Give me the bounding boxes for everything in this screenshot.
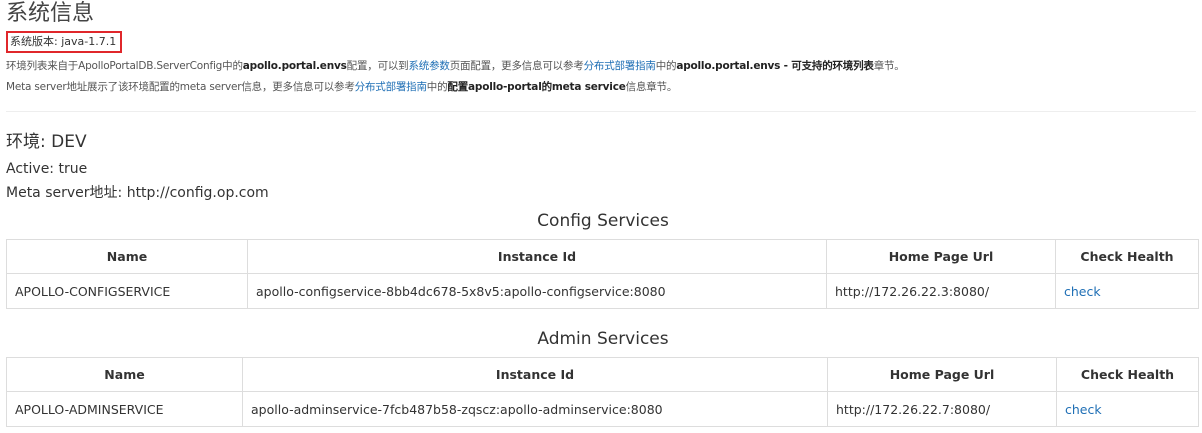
home-page-url: http://172.26.22.7:8080/ [827, 391, 1057, 427]
col-header-home-page-url: Home Page Url [827, 357, 1057, 392]
service-name: APOLLO-ADMINSERVICE [6, 391, 243, 427]
table-header-row: Name Instance Id Home Page Url Check Hea… [6, 357, 1199, 392]
col-header-name: Name [6, 239, 248, 274]
info-text: 中的 [426, 81, 448, 93]
deploy-guide-link[interactable]: 分布式部署指南 [584, 60, 656, 72]
info-bold: apollo.portal.envs - 可支持的环境列表 [676, 60, 874, 72]
col-header-instance-id: Instance Id [242, 357, 828, 392]
admin-services-title: Admin Services [537, 329, 669, 349]
page-title: 系统信息 [6, 1, 95, 26]
info-text: 中的 [655, 60, 677, 72]
env-active: Active: true [6, 161, 88, 177]
info-text: Meta server地址展示了该环境配置的meta server信息，更多信息… [6, 81, 355, 93]
admin-services-table: Name Instance Id Home Page Url Check Hea… [6, 357, 1199, 427]
col-header-instance-id: Instance Id [247, 239, 827, 274]
col-header-name: Name [6, 357, 243, 392]
info-text: 页面配置，更多信息可以参考 [449, 60, 584, 72]
system-params-link[interactable]: 系统参数 [408, 60, 449, 72]
table-row: APOLLO-ADMINSERVICE apollo-adminservice-… [6, 391, 1199, 427]
section-divider [6, 111, 1196, 112]
info-bold: 配置apollo-portal的meta service [447, 81, 626, 93]
deploy-guide-link[interactable]: 分布式部署指南 [355, 81, 427, 93]
instance-id: apollo-configservice-8bb4dc678-5x8v5:apo… [247, 273, 827, 309]
table-row: APOLLO-CONFIGSERVICE apollo-configservic… [6, 273, 1199, 309]
info-text: 信息章节。 [625, 81, 678, 93]
home-page-url: http://172.26.22.3:8080/ [826, 273, 1056, 309]
service-name: APOLLO-CONFIGSERVICE [6, 273, 248, 309]
env-meta-server: Meta server地址: http://config.op.com [6, 185, 269, 201]
table-header-row: Name Instance Id Home Page Url Check Hea… [6, 239, 1199, 274]
col-header-check-health: Check Health [1055, 239, 1199, 274]
check-health-link[interactable]: check [1056, 391, 1199, 427]
col-header-check-health: Check Health [1056, 357, 1199, 392]
info-text: 章节。 [873, 60, 905, 72]
env-list-info: 环境列表来自于ApolloPortalDB.ServerConfig中的apol… [6, 59, 905, 73]
system-version-badge: 系统版本: java-1.7.1 [6, 31, 123, 53]
meta-server-info: Meta server地址展示了该环境配置的meta server信息，更多信息… [6, 80, 677, 94]
info-bold: apollo.portal.envs [242, 60, 347, 72]
env-title: 环境: DEV [6, 132, 87, 152]
config-services-title: Config Services [537, 211, 669, 231]
info-text: 配置，可以到 [346, 60, 409, 72]
col-header-home-page-url: Home Page Url [826, 239, 1056, 274]
config-services-table: Name Instance Id Home Page Url Check Hea… [6, 239, 1199, 309]
check-health-link[interactable]: check [1055, 273, 1199, 309]
instance-id: apollo-adminservice-7fcb487b58-zqscz:apo… [242, 391, 828, 427]
info-text: 环境列表来自于ApolloPortalDB.ServerConfig中的 [6, 60, 243, 72]
